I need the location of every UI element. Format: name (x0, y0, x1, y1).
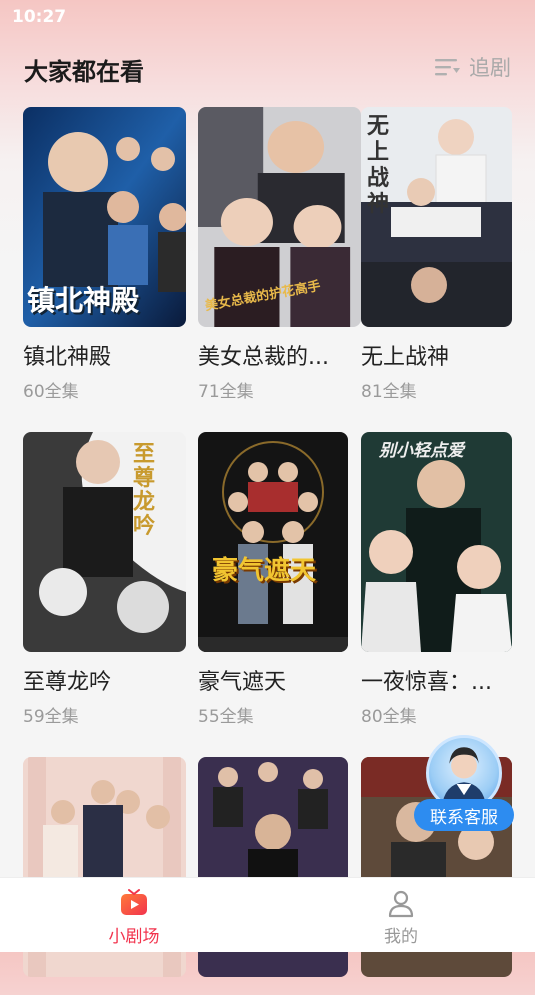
drama-card[interactable]: 无上战神 无上战神 81全集 (361, 107, 524, 402)
drama-title: 镇北神殿 (23, 345, 112, 370)
drama-card[interactable]: 镇北神殿 镇北神殿 60全集 (23, 107, 186, 402)
playlist-icon (435, 59, 460, 76)
drama-episode-count: 71全集 (198, 382, 254, 402)
poster-title-text: 至尊龙吟 (133, 441, 156, 539)
customer-service-label: 联系客服 (414, 799, 514, 831)
drama-card[interactable]: 美女总裁的护花高手 美女总裁的... 71全集 (198, 107, 361, 402)
poster-title-text: 别小轻点爱 (379, 441, 464, 461)
drama-card[interactable]: 别小轻点爱 一夜惊喜：... 80全集 (361, 432, 524, 727)
drama-poster[interactable]: 无上战神 (361, 107, 512, 327)
drama-title: 美女总裁的... (198, 345, 329, 370)
tv-icon (121, 889, 147, 915)
poster-image (198, 432, 348, 652)
drama-poster[interactable]: 别小轻点爱 (361, 432, 512, 652)
follow-drama-label: 追剧 (469, 56, 511, 80)
customer-service-button[interactable]: 联系客服 (414, 735, 514, 833)
status-bar: 10:27 (0, 0, 535, 36)
poster-title-text: 豪气遮天 (212, 556, 317, 586)
drama-title: 至尊龙吟 (23, 670, 112, 695)
page-header: 大家都在看 追剧 (0, 44, 535, 90)
follow-drama-button[interactable]: 追剧 (435, 52, 511, 82)
drama-title: 无上战神 (361, 345, 450, 370)
page-title: 大家都在看 (24, 58, 144, 86)
bottom-tab-bar: 小剧场 我的 (0, 877, 535, 952)
tab-mine-label: 我的 (384, 927, 418, 947)
poster-title-text: 镇北神殿 (27, 284, 140, 317)
drama-episode-count: 81全集 (361, 382, 417, 402)
poster-title-text: 无上战神 (367, 113, 390, 217)
drama-episode-count: 60全集 (23, 382, 79, 402)
drama-poster[interactable]: 镇北神殿 (23, 107, 186, 327)
tab-theater-label: 小剧场 (108, 927, 160, 947)
tab-theater[interactable]: 小剧场 (74, 888, 194, 947)
drama-title: 一夜惊喜：... (361, 670, 492, 695)
drama-poster[interactable]: 美女总裁的护花高手 (198, 107, 361, 327)
status-time: 10:27 (12, 7, 67, 27)
drama-episode-count: 59全集 (23, 707, 79, 727)
drama-card[interactable] (198, 757, 361, 995)
drama-episode-count: 80全集 (361, 707, 417, 727)
drama-card[interactable]: 至尊龙吟 至尊龙吟 59全集 (23, 432, 186, 727)
drama-episode-count: 55全集 (198, 707, 254, 727)
drama-card[interactable] (23, 757, 186, 995)
user-icon (388, 890, 414, 918)
drama-poster[interactable]: 豪气遮天 (198, 432, 348, 652)
tab-mine[interactable]: 我的 (341, 888, 461, 947)
drama-poster[interactable]: 至尊龙吟 (23, 432, 186, 652)
poster-image (361, 432, 512, 652)
drama-title: 豪气遮天 (198, 670, 287, 695)
drama-card[interactable]: 豪气遮天 豪气遮天 55全集 (198, 432, 361, 727)
